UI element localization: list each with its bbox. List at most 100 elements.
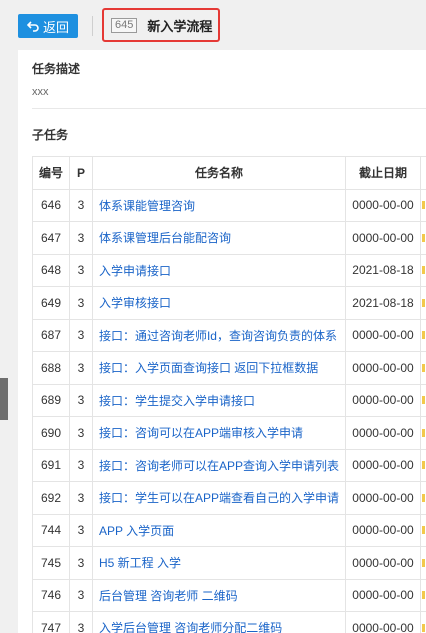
subtask-deadline: 0000-00-00: [344, 578, 421, 612]
col-header-deadline[interactable]: 截止日期: [344, 156, 421, 190]
status-mark: [421, 201, 425, 210]
status-mark: [421, 558, 425, 567]
subtask-extra-cell: [419, 221, 426, 255]
subtask-priority: 3: [69, 221, 93, 255]
table-row[interactable]: 646 3 体系课能管理咨询 0000-00-00: [31, 188, 426, 222]
subtask-name-link[interactable]: 接口：咨询老师可以在APP查询入学申请列表: [91, 448, 346, 482]
table-row[interactable]: 744 3 APP 入学页面 0000-00-00: [31, 513, 426, 547]
task-id-badge: 645: [111, 17, 138, 33]
status-mark: [421, 331, 425, 340]
subtask-extra-cell: [419, 481, 426, 515]
table-row[interactable]: 747 3 入学后台管理 咨询老师分配二维码 0000-00-00: [31, 611, 426, 633]
col-header-id[interactable]: 编号: [31, 156, 71, 190]
status-mark: [421, 298, 425, 307]
subtask-extra-cell: [419, 188, 426, 222]
subtask-extra-cell: [419, 611, 426, 633]
subtask-name-link[interactable]: 接口：学生提交入学申请接口: [91, 383, 346, 417]
col-header-name[interactable]: 任务名称: [91, 156, 346, 190]
table-row[interactable]: 692 3 接口：学生可以在APP端查看自己的入学申请 0000-00-00: [31, 481, 426, 515]
subtask-id: 747: [31, 611, 71, 633]
subtask-deadline: 0000-00-00: [344, 513, 421, 547]
back-button[interactable]: 返回: [18, 14, 78, 38]
subtask-priority: 3: [69, 188, 93, 222]
subtask-name-link[interactable]: APP 入学页面: [91, 513, 346, 547]
table-row[interactable]: 688 3 接口：入学页面查询接口 返回下拉框数据 0000-00-00: [31, 351, 426, 385]
subtask-id: 691: [31, 448, 71, 482]
table-row[interactable]: 690 3 接口：咨询可以在APP端审核入学申请 0000-00-00: [31, 416, 426, 450]
subtask-id: 692: [31, 481, 71, 515]
subtask-name-link[interactable]: 体系课能管理咨询: [91, 188, 346, 222]
subtask-deadline: 0000-00-00: [344, 416, 421, 450]
subtask-id: 746: [31, 578, 71, 612]
task-detail-card: 任务描述 xxx 子任务 编号 P 任务名称 截止日期 646 3 体系课能管理咨询…: [18, 50, 426, 633]
subtask-extra-cell: [419, 351, 426, 385]
subtask-name-link[interactable]: 体系课管理后台能配咨询: [91, 221, 346, 255]
subtask-name-link[interactable]: 入学申请接口: [91, 253, 346, 287]
subtask-priority: 3: [69, 351, 93, 385]
subtask-id: 648: [31, 253, 71, 287]
status-mark: [421, 461, 425, 470]
subtask-deadline: 0000-00-00: [344, 383, 421, 417]
subtask-deadline: 2021-08-18: [344, 286, 421, 320]
table-row[interactable]: 689 3 接口：学生提交入学申请接口 0000-00-00: [31, 383, 426, 417]
subtask-name-link[interactable]: 入学审核接口: [91, 286, 346, 320]
status-mark: [421, 526, 425, 535]
table-row[interactable]: 746 3 后台管理 咨询老师 二维码 0000-00-00: [31, 578, 426, 612]
subtask-name-link[interactable]: 接口：通过咨询老师Id，查询咨询负责的体系: [91, 318, 346, 352]
table-row[interactable]: 648 3 入学申请接口 2021-08-18: [31, 253, 426, 287]
subtask-extra-cell: [419, 383, 426, 417]
subtask-deadline: 0000-00-00: [344, 351, 421, 385]
subtask-priority: 3: [69, 481, 93, 515]
subtask-name-link[interactable]: 接口：学生可以在APP端查看自己的入学申请: [91, 481, 346, 515]
subtask-deadline: 0000-00-00: [344, 188, 421, 222]
subtask-extra-cell: [419, 513, 426, 547]
status-mark: [421, 266, 425, 275]
status-mark: [421, 396, 425, 405]
subtask-priority: 3: [69, 253, 93, 287]
status-mark: [421, 623, 425, 632]
table-row[interactable]: 691 3 接口：咨询老师可以在APP查询入学申请列表 0000-00-00: [31, 448, 426, 482]
status-mark: [421, 591, 425, 600]
subtask-name-link[interactable]: 接口：咨询可以在APP端审核入学申请: [91, 416, 346, 450]
subtask-name-link[interactable]: 接口：入学页面查询接口 返回下拉框数据: [91, 351, 346, 385]
subtask-deadline: 0000-00-00: [344, 221, 421, 255]
status-mark: [421, 233, 425, 242]
subtask-id: 744: [31, 513, 71, 547]
status-mark: [421, 428, 425, 437]
task-title: 新入学流程: [147, 18, 213, 34]
table-row[interactable]: 687 3 接口：通过咨询老师Id，查询咨询负责的体系 0000-00-00: [31, 318, 426, 352]
subtask-id: 647: [31, 221, 71, 255]
subtask-extra-cell: [419, 578, 426, 612]
subtask-extra-cell: [419, 546, 426, 580]
subtask-deadline: 0000-00-00: [344, 318, 421, 352]
subtask-priority: 3: [69, 383, 93, 417]
subtask-extra-cell: [419, 286, 426, 320]
subtask-name-link[interactable]: H5 新工程 入学: [91, 546, 346, 580]
col-header-extra: [419, 156, 426, 190]
subtask-extra-cell: [419, 448, 426, 482]
subtask-extra-cell: [419, 253, 426, 287]
back-button-label: 返回: [42, 19, 69, 35]
subtask-id: 688: [31, 351, 71, 385]
subtask-priority: 3: [69, 513, 93, 547]
subtask-name-link[interactable]: 后台管理 咨询老师 二维码: [91, 578, 346, 612]
table-header-row: 编号 P 任务名称 截止日期: [31, 156, 426, 190]
subtask-id: 649: [31, 286, 71, 320]
subtask-id: 745: [31, 546, 71, 580]
subtask-name-link[interactable]: 入学后台管理 咨询老师分配二维码: [91, 611, 346, 633]
subtask-deadline: 2021-08-18: [344, 253, 421, 287]
status-mark: [421, 363, 425, 372]
subtask-priority: 3: [69, 318, 93, 352]
top-bar: 返回 645 新入学流程: [0, 0, 426, 50]
subtask-priority: 3: [69, 611, 93, 633]
subtask-priority: 3: [69, 286, 93, 320]
side-drawer-handle[interactable]: [0, 378, 8, 420]
subtask-priority: 3: [69, 546, 93, 580]
table-row[interactable]: 745 3 H5 新工程 入学 0000-00-00: [31, 546, 426, 580]
subtask-id: 689: [31, 383, 71, 417]
subtask-deadline: 0000-00-00: [344, 481, 421, 515]
table-row[interactable]: 649 3 入学审核接口 2021-08-18: [31, 286, 426, 320]
subtask-priority: 3: [69, 448, 93, 482]
col-header-priority[interactable]: P: [69, 156, 93, 190]
table-row[interactable]: 647 3 体系课管理后台能配咨询 0000-00-00: [31, 221, 426, 255]
